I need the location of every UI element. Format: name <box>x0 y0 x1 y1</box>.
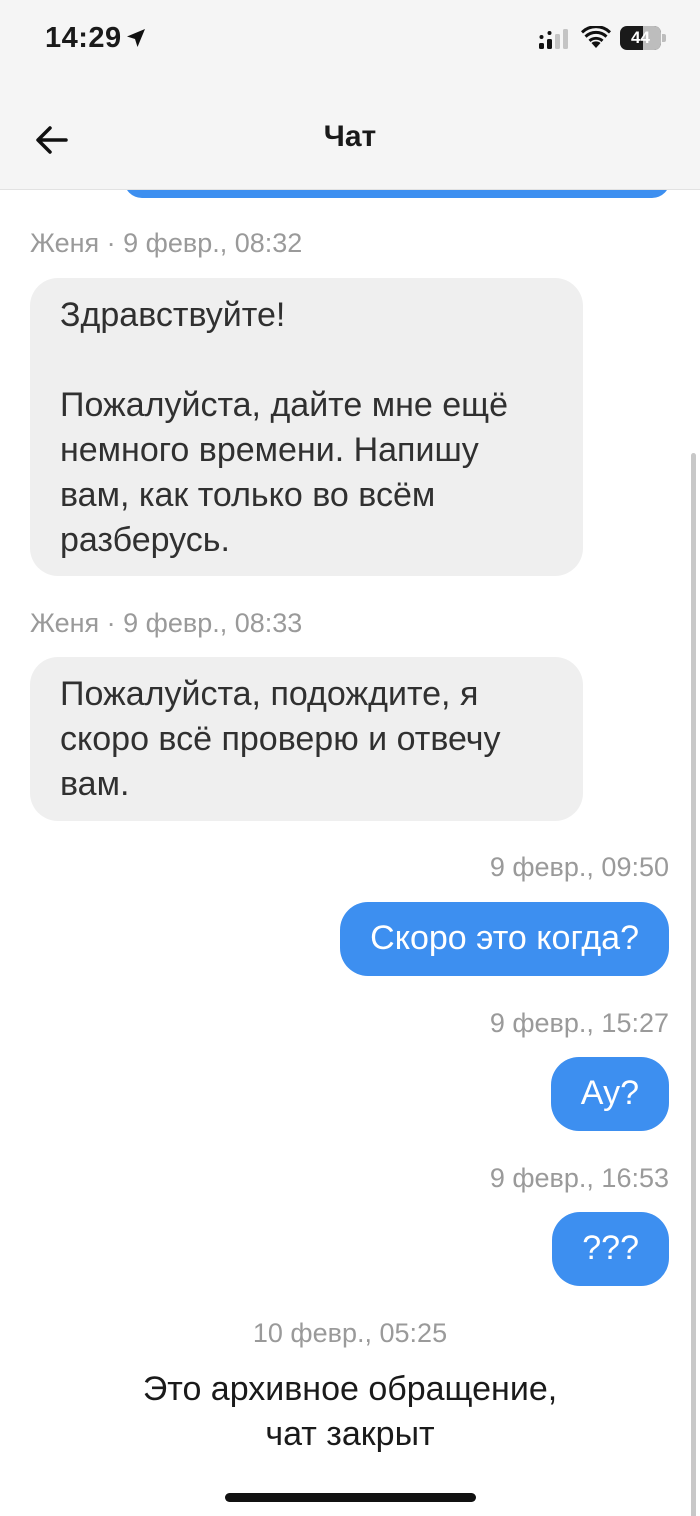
scrollbar[interactable] <box>691 453 696 1516</box>
closed-date: 10 февр., 05:25 <box>252 1318 448 1348</box>
message-meta: Женя · 9 февр., 08:32 <box>30 228 303 258</box>
status-bar: 14:29 44 <box>0 0 700 80</box>
outgoing-message[interactable]: Скоро это когда? <box>340 902 669 976</box>
chat-header: Чат <box>0 80 700 190</box>
chat-messages[interactable]: Женя · 9 февр., 08:32 Здравствуйте! Пожа… <box>0 190 700 1516</box>
battery-level: 44 <box>631 28 650 47</box>
location-arrow-icon <box>127 29 145 47</box>
page-title: Чат <box>323 120 377 153</box>
message-meta: 9 февр., 16:53 <box>489 1163 669 1193</box>
wifi-icon <box>581 26 611 48</box>
archived-chat-notice: Это архивное обращение, чат закрыт <box>142 1370 558 1453</box>
outgoing-message[interactable]: ??? <box>552 1212 669 1286</box>
message-meta: Женя · 9 февр., 08:33 <box>30 608 303 638</box>
status-time: 14:29 <box>45 22 122 54</box>
message-meta: 9 февр., 09:50 <box>489 852 669 882</box>
previous-message-bubble <box>124 190 670 198</box>
battery-icon: 44 <box>620 26 666 50</box>
outgoing-message[interactable]: Ау? <box>550 1057 669 1131</box>
incoming-message[interactable]: Здравствуйте! Пожалуйста, дайте мне ещё … <box>30 278 583 576</box>
message-meta: 9 февр., 15:27 <box>489 1008 669 1038</box>
incoming-message[interactable]: Пожалуйста, подождите, я скоро всё прове… <box>30 657 583 821</box>
home-indicator[interactable] <box>225 1493 476 1502</box>
cellular-signal-icon <box>539 29 568 49</box>
